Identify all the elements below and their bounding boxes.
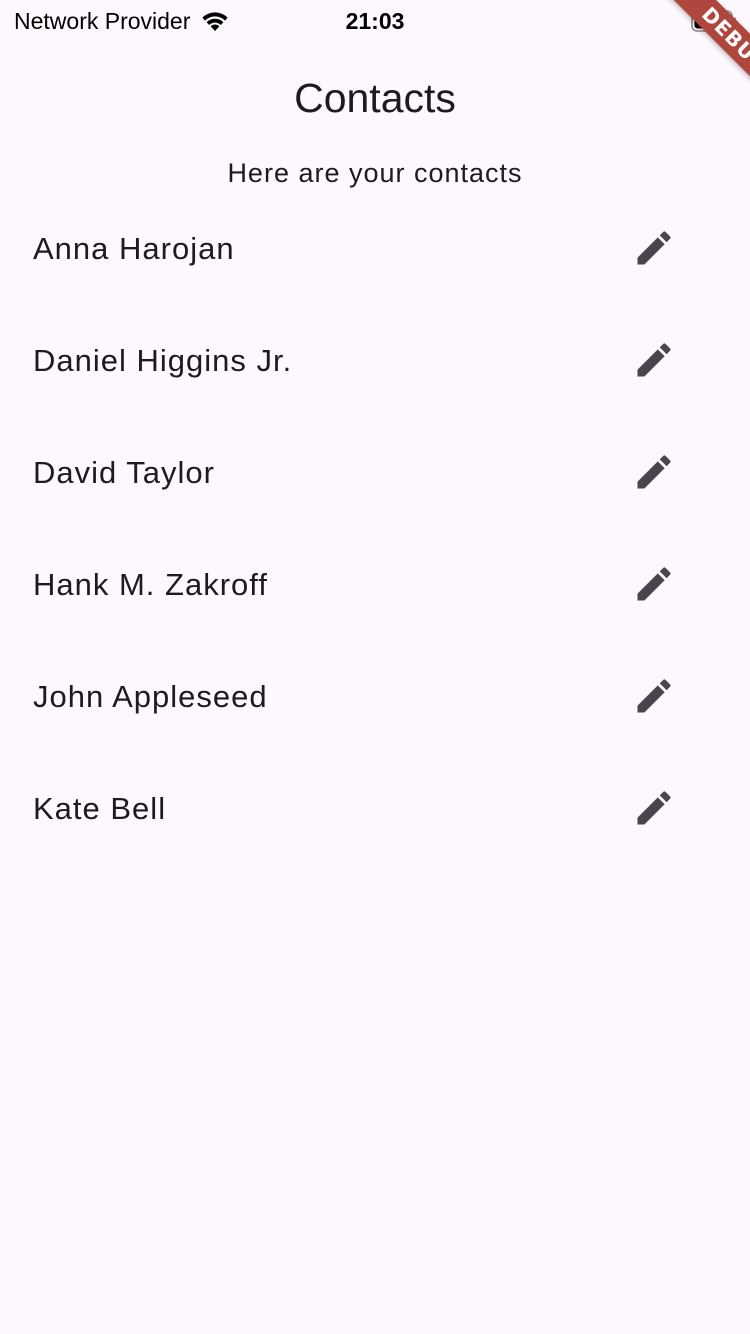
contact-row[interactable]: Anna Harojan [0, 193, 750, 305]
contact-name: David Taylor [33, 455, 216, 490]
app-bar: Contacts [0, 44, 750, 156]
contact-row[interactable]: Daniel Higgins Jr. [0, 305, 750, 417]
battery-icon [691, 10, 737, 32]
edit-contact-button[interactable] [624, 666, 684, 726]
contacts-subtitle: Here are your contacts [227, 158, 523, 188]
contact-name: Hank M. Zakroff [33, 567, 268, 602]
edit-icon [637, 679, 671, 713]
status-time: 21:03 [345, 8, 405, 34]
contact-name: Daniel Higgins Jr. [33, 343, 293, 378]
edit-contact-button[interactable] [624, 554, 684, 614]
contact-row[interactable]: David Taylor [0, 417, 750, 529]
edit-icon [637, 791, 671, 825]
edit-contact-button[interactable] [624, 442, 684, 502]
contact-list: Anna Harojan Daniel Higgins Jr. David Ta… [0, 193, 750, 865]
contact-name: Kate Bell [33, 791, 167, 826]
edit-icon [637, 343, 671, 377]
contact-name: John Appleseed [33, 679, 268, 714]
status-bar: Network Provider 21:03 [0, 0, 750, 44]
edit-contact-button[interactable] [624, 218, 684, 278]
contact-row[interactable]: Kate Bell [0, 753, 750, 865]
edit-icon [637, 567, 671, 601]
page-title: Contacts [294, 75, 456, 121]
edit-contact-button[interactable] [624, 330, 684, 390]
edit-contact-button[interactable] [624, 778, 684, 838]
edit-icon [637, 231, 671, 265]
contact-row[interactable]: John Appleseed [0, 641, 750, 753]
edit-icon [637, 455, 671, 489]
contact-name: Anna Harojan [33, 231, 235, 266]
contact-row[interactable]: Hank M. Zakroff [0, 529, 750, 641]
